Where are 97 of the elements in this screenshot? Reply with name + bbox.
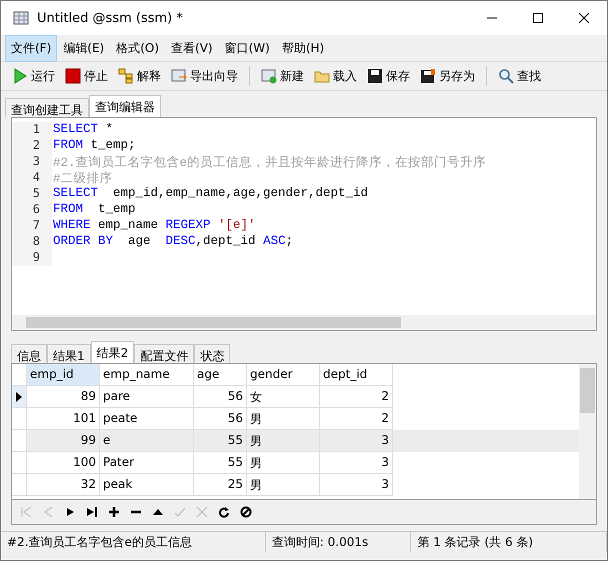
column-header[interactable]: emp_id (27, 364, 100, 386)
table-cell: 32 (27, 474, 100, 496)
column-header[interactable]: gender (247, 364, 320, 386)
play-icon (12, 68, 28, 84)
line-number: 9 (12, 250, 52, 266)
navigator-button[interactable] (216, 504, 232, 520)
line-number: 1 (12, 122, 52, 138)
line-number: 5 (12, 186, 52, 202)
toolbar-button[interactable]: 导出向导 (168, 66, 241, 86)
tab[interactable]: 结果2 (90, 341, 134, 363)
save-icon (367, 68, 383, 84)
table-cell: 男 (247, 474, 320, 496)
plus-icon (108, 506, 120, 518)
menu-item[interactable]: 文件(F) (5, 34, 58, 62)
last-record-icon (86, 506, 98, 518)
toolbar-button[interactable]: 运行 (9, 66, 58, 86)
table-export-icon (171, 68, 187, 84)
search-icon (498, 68, 514, 84)
save-as-icon (420, 68, 436, 84)
check-icon (174, 506, 186, 518)
table-cell: e (100, 430, 194, 452)
table-cell: peak (100, 474, 194, 496)
tab[interactable]: 查询创建工具 (5, 98, 89, 117)
toolbar-button[interactable]: 保存 (364, 66, 413, 86)
code-line: FROM t_emp; (52, 138, 136, 154)
code-editor[interactable]: 1 SELECT * 2 FROM t_emp; 3 #2.查询员工名字包含e的员工信息，并且按年龄进行降序，在按部门号升序 4 #二级排序 5 SELECT emp_id,emp_name,age,gender,dept_id 6 FROM t_emp 7 WHERE emp_name REGEXP '[e]' 8 ORDER BY age DESC,dept_id ASC; 9 (11, 117, 597, 331)
table-cell: 56 (194, 386, 247, 408)
cross-icon (196, 506, 208, 518)
column-header[interactable]: age (194, 364, 247, 386)
navigator-button[interactable] (238, 504, 254, 520)
previous-record-icon (42, 506, 54, 518)
table-cell: pare (100, 386, 194, 408)
close-icon (579, 13, 589, 23)
horizontal-scrollbar[interactable] (12, 315, 596, 330)
toolbar-button[interactable]: 新建 (258, 66, 307, 86)
table-cell: 男 (247, 430, 320, 452)
row-header[interactable] (12, 386, 27, 408)
line-number: 4 (12, 170, 52, 186)
table-cell: 3 (320, 430, 393, 452)
table-cell: 3 (320, 452, 393, 474)
table-cell: 男 (247, 452, 320, 474)
column-header[interactable]: emp_name (100, 364, 194, 386)
menu-item[interactable]: 格式(O) (110, 34, 166, 62)
table-cell: 99 (27, 430, 100, 452)
toolbar-button[interactable]: 解释 (115, 66, 164, 86)
line-number: 6 (12, 202, 52, 218)
table-cell: 25 (194, 474, 247, 496)
code-line: ORDER BY age DESC,dept_id ASC; (52, 234, 294, 250)
toolbar-button[interactable]: 停止 (62, 66, 111, 86)
column-header[interactable]: dept_id (320, 364, 393, 386)
code-line: #2.查询员工名字包含e的员工信息，并且按年龄进行降序，在按部门号升序 (52, 154, 486, 170)
toolbar-button[interactable]: 另存为 (417, 66, 478, 86)
clear-icon (240, 506, 252, 518)
table-cell: 55 (194, 430, 247, 452)
tab[interactable]: 信息 (11, 344, 47, 363)
code-line: FROM t_emp (52, 202, 136, 218)
code-line: SELECT emp_id,emp_name,age,gender,dept_id (52, 186, 368, 202)
vertical-scrollbar[interactable] (579, 364, 596, 499)
table-cell: 女 (247, 386, 320, 408)
line-number: 7 (12, 218, 52, 234)
tree-icon (118, 68, 134, 84)
window-title: Untitled @ssm (ssm) * (37, 10, 184, 26)
code-line: WHERE emp_name REGEXP '[e]' (52, 218, 256, 234)
stop-icon (65, 68, 81, 84)
code-line: SELECT * (52, 122, 114, 138)
navigator-button[interactable] (84, 504, 100, 520)
tab[interactable]: 结果1 (47, 344, 91, 363)
table-cell: Pater (100, 452, 194, 474)
table-add-icon (261, 68, 277, 84)
current-row-icon (16, 392, 22, 402)
table-cell: 2 (320, 386, 393, 408)
table-cell: 3 (320, 474, 393, 496)
line-number: 3 (12, 154, 52, 170)
menu-item[interactable]: 查看(V) (165, 34, 219, 62)
navigator-button[interactable] (106, 504, 122, 520)
maximize-icon (533, 13, 543, 23)
menu-item[interactable]: 窗口(W) (218, 34, 276, 62)
line-number: 8 (12, 234, 52, 250)
first-record-icon (20, 506, 32, 518)
code-line: #二级排序 (52, 170, 113, 186)
status-text: #2.查询员工名字包含e的员工信息 (1, 532, 266, 552)
tab[interactable]: 状态 (194, 344, 230, 363)
table-cell: 55 (194, 452, 247, 474)
menu-item[interactable]: 编辑(E) (57, 34, 110, 62)
tab[interactable]: 查询编辑器 (89, 95, 161, 117)
table-cell: 100 (27, 452, 100, 474)
next-record-icon (64, 506, 76, 518)
menu-item[interactable]: 帮助(H) (276, 34, 330, 62)
toolbar-button[interactable]: 查找 (495, 66, 544, 86)
line-number: 2 (12, 138, 52, 154)
tab[interactable]: 配置文件 (134, 344, 194, 363)
refresh-icon (218, 506, 230, 518)
table-icon (13, 10, 29, 26)
status-text: 第 1 条记录 (共 6 条) (411, 532, 607, 552)
status-text: 查询时间: 0.001s (266, 532, 412, 552)
toolbar-button[interactable]: 载入 (311, 66, 360, 86)
table-cell: 89 (27, 386, 100, 408)
